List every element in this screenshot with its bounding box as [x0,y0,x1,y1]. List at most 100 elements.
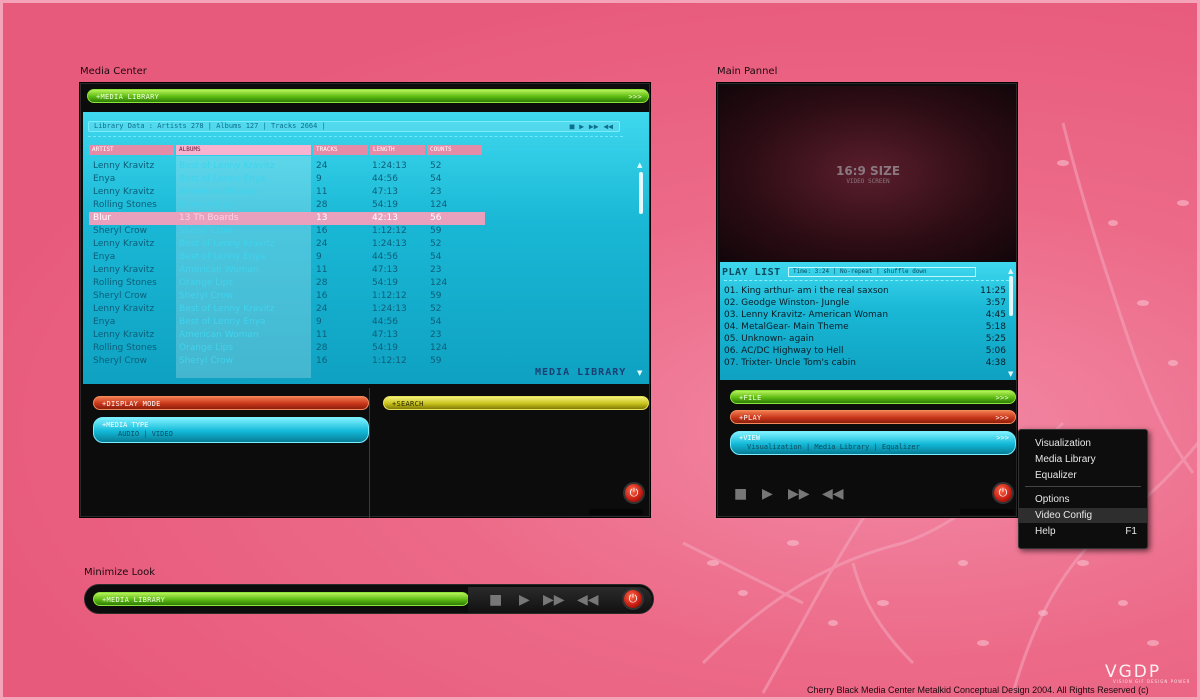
rewind-icon[interactable]: ◀◀ [822,487,844,501]
video-screen-label: VIDEO SCREEN [846,178,890,185]
scrollbar-thumb[interactable] [639,172,643,214]
table-row[interactable]: Lenny Kravitz American Woman 11 47:13 23 [83,264,483,277]
search-pill[interactable]: +SEARCH [383,396,649,410]
power-icon[interactable]: ⏻ [992,482,1014,504]
library-data-text: Library Data : Artists 278 | Albums 127 … [94,122,326,130]
play-icon[interactable]: ▶ [519,593,530,607]
file-pill[interactable]: +FILE >>> [730,390,1016,404]
menu-item-video-config[interactable]: Video Config [1019,508,1147,523]
playlist-panel: PLAY LIST Time: 3:24 | No-repeat | shuff… [720,262,1016,380]
menu-item-visualization[interactable]: Visualization [1019,436,1147,451]
library-table: Lenny Kravitz Best of Lenny Kravitz 24 1:24… [83,160,503,380]
playlist-item[interactable]: 07. Trixter- Uncle Tom's cabin 4:38 [724,358,1006,370]
table-row[interactable]: Lenny Kravitz Best of Lenny Kravitz 24 1:24… [83,160,483,173]
expand-arrows-icon: >>> [628,93,642,101]
playlist-item[interactable]: 01. King arthur- am i the real saxson 11:… [724,286,1006,298]
fast-forward-icon[interactable]: ▶▶ [788,487,810,501]
playlist-info: Time: 3:24 | No-repeat | shuffle down [788,267,976,277]
column-header-counts[interactable]: COUNTS [427,145,482,155]
library-transport-icons[interactable]: ■ ▶ ▶▶ ◀◀ [570,122,613,131]
search-label: +SEARCH [392,400,424,408]
table-row[interactable]: Enya Best of Lenny Enya 9 44:56 54 [83,173,483,186]
minimize-look-title: Minimize Look [84,567,156,578]
view-panel[interactable]: +VIEW Visualization | Media Library | Eq… [730,431,1016,455]
scroll-down-icon[interactable]: ▼ [637,370,643,377]
minimized-player: +MEDIA LIBRARY ■ ▶ ▶▶ ◀◀ ⏻ [84,584,654,614]
playlist-item[interactable]: 04. MetalGear- Main Theme 5:18 [724,322,1006,334]
media-library-pill-label: +MEDIA LIBRARY [102,596,166,604]
view-options[interactable]: Visualization | Media Library | Equalize… [739,443,1015,452]
display-mode-pill[interactable]: +DISPLAY MODE [93,396,369,410]
play-label: +PLAY [739,414,762,422]
video-screen[interactable]: 16:9 SIZE VIDEO SCREEN [720,86,1016,260]
playlist-item[interactable]: 06. AC/DC Highway to Hell 5:06 [724,346,1006,358]
playlist-item[interactable]: 02. Geodge Winston- Jungle 3:57 [724,298,1006,310]
menu-item-options[interactable]: Options [1019,492,1147,507]
power-icon[interactable]: ⏻ [622,588,644,610]
table-row[interactable]: Sheryl Crow Sheryl Crow 16 1:12:12 59 [83,355,483,368]
expand-arrows-icon: >>> [995,394,1009,402]
power-icon[interactable]: ⏻ [623,482,645,504]
media-library-brand: MEDIA LIBRARY [535,367,627,378]
table-row[interactable]: Lenny Kravitz American Woman 11 47:13 23 [83,329,483,342]
table-row[interactable]: Rolling Stones Orange Lips 28 54:19 124 [83,199,483,212]
scroll-down-icon[interactable]: ▼ [1008,370,1013,378]
table-row[interactable]: Sheryl Crow Sheryl Crow 16 1:12:12 59 [83,225,483,238]
table-row[interactable]: Rolling Stones Orange Lips 28 54:19 124 [83,342,483,355]
resize-grip[interactable] [960,509,1014,515]
main-panel-title: Main Pannel [717,66,778,77]
table-row-selected[interactable]: Blur 13 Th Boards 13 42:13 56 [89,212,485,225]
media-type-panel[interactable]: +MEDIA TYPE AUDIO | VIDEO [93,417,369,443]
menu-item-help-label: Help [1035,526,1056,537]
main-panel-window: 16:9 SIZE VIDEO SCREEN PLAY LIST Time: 3… [717,83,1017,517]
resize-grip[interactable] [589,509,643,515]
library-panel: Library Data : Artists 278 | Albums 127 … [83,112,649,384]
scroll-up-icon[interactable]: ▲ [637,162,643,169]
menu-item-media-library[interactable]: Media Library [1019,452,1147,467]
scrollbar-thumb[interactable] [1009,276,1013,316]
playlist-list: 01. King arthur- am i the real saxson 11:… [720,286,1010,376]
rewind-icon[interactable]: ◀◀ [577,593,599,607]
playlist-item[interactable]: 03. Lenny Kravitz- American Woman 4:45 [724,310,1006,322]
playlist-item[interactable]: 05. Unknown- again 5:25 [724,334,1006,346]
media-center-title: Media Center [80,66,147,77]
fast-forward-icon[interactable]: ▶▶ [543,593,565,607]
play-icon[interactable]: ▶ [762,487,773,501]
column-header-albums[interactable]: ALBUMS [176,145,311,155]
play-pill[interactable]: +PLAY >>> [730,410,1016,424]
footer-copyright: Cherry Black Media Center Metalkid Conce… [807,685,1149,695]
expand-arrows-icon: >>> [995,414,1009,422]
menu-item-help[interactable]: Help F1 [1019,524,1147,539]
table-row[interactable]: Sheryl Crow Sheryl Crow 16 1:12:12 59 [83,290,483,303]
table-row[interactable]: Rolling Stones Orange Lips 28 54:19 124 [83,277,483,290]
table-row[interactable]: Enya Best of Lenny Enya 9 44:56 54 [83,316,483,329]
divider [724,280,1009,281]
table-row[interactable]: Lenny Kravitz American Woman 11 47:13 23 [83,186,483,199]
media-center-window: +MEDIA LIBRARY >>> Library Data : Artist… [80,83,650,518]
media-library-pill[interactable]: +MEDIA LIBRARY [93,592,469,606]
column-header-tracks[interactable]: TRACKS [313,145,368,155]
file-label: +FILE [739,394,762,402]
table-row[interactable]: Lenny Kravitz Best of Lenny Kravitz 24 1:24… [83,303,483,316]
table-row[interactable]: Enya Best of Lenny Enya 9 44:56 54 [83,251,483,264]
vgdp-tagline: VISION GIF DESIGN POWER [1113,679,1191,684]
column-header-length[interactable]: LENGTH [370,145,425,155]
stop-icon[interactable]: ■ [489,593,502,607]
column-header-artist[interactable]: ARTIST [89,145,174,155]
menu-separator [1025,486,1141,487]
pane-divider [369,388,370,518]
view-label: +VIEW [739,434,761,442]
expand-arrows-icon: >>> [996,434,1009,442]
media-type-options[interactable]: AUDIO | VIDEO [102,430,368,439]
context-menu: Visualization Media Library Equalizer Op… [1018,429,1148,549]
stop-icon[interactable]: ■ [734,487,747,501]
video-size-label: 16:9 SIZE [835,164,901,178]
menu-item-equalizer[interactable]: Equalizer [1019,468,1147,483]
divider [88,136,623,137]
help-shortcut: F1 [1125,526,1137,537]
scroll-up-icon[interactable]: ▲ [1008,267,1013,275]
table-row[interactable]: Lenny Kravitz Best of Lenny Kravitz 24 1:24… [83,238,483,251]
media-library-header-pill[interactable]: +MEDIA LIBRARY >>> [87,89,649,103]
playlist-title: PLAY LIST [722,267,781,278]
display-mode-label: +DISPLAY MODE [102,400,161,408]
